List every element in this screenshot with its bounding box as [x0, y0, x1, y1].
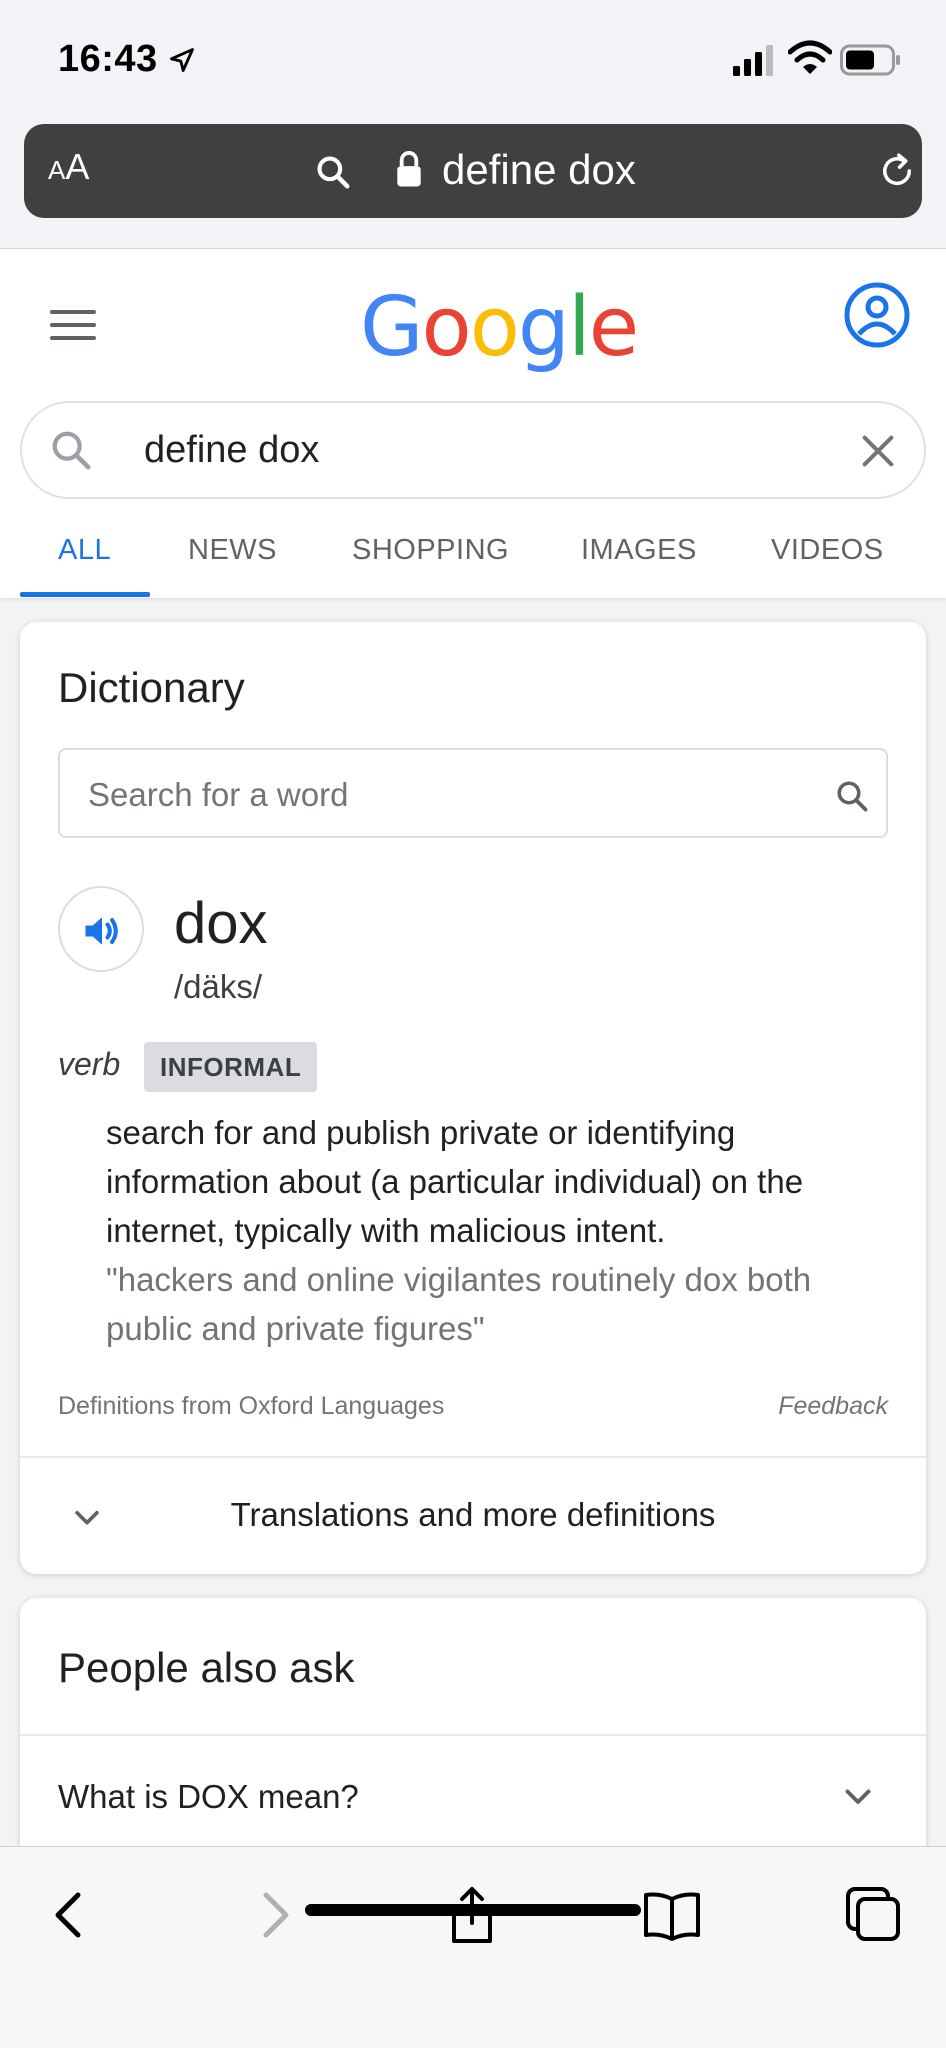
logo-letter: l	[567, 280, 591, 375]
cellular-signal-icon	[733, 45, 773, 76]
search-query[interactable]: define dox	[144, 429, 319, 472]
divider	[20, 1734, 926, 1736]
hamburger-menu-icon[interactable]	[50, 308, 96, 342]
reload-icon[interactable]	[876, 150, 918, 192]
logo-letter: o	[421, 280, 472, 375]
chevron-down-icon[interactable]	[840, 1778, 876, 1814]
word-search-input[interactable]: Search for a word	[58, 748, 888, 838]
home-indicator	[305, 1904, 641, 1916]
active-tab-indicator	[20, 592, 150, 597]
status-time: 16:43	[58, 38, 158, 80]
speaker-icon	[85, 917, 118, 945]
logo-letter: g	[517, 280, 570, 375]
search-tabs: ALL NEWS SHOPPING IMAGES VIDEOS	[0, 520, 946, 598]
tab-videos[interactable]: VIDEOS	[771, 534, 884, 567]
forward-icon[interactable]	[244, 1885, 304, 1945]
usage-label-badge: INFORMAL	[144, 1042, 318, 1092]
tab-images[interactable]: IMAGES	[581, 534, 697, 567]
url-text[interactable]: define dox	[442, 146, 636, 194]
word-search-placeholder: Search for a word	[88, 776, 349, 813]
part-of-speech: verb	[58, 1046, 121, 1082]
definition-text: search for and publish private or identi…	[106, 1114, 804, 1249]
dictionary-card: Dictionary Search for a word dox /däks/ …	[20, 622, 926, 1574]
battery-icon	[840, 44, 900, 76]
bookmarks-icon[interactable]	[642, 1885, 702, 1945]
search-icon[interactable]	[834, 778, 870, 814]
logo-letter: e	[588, 280, 639, 375]
search-input[interactable]: define dox	[20, 401, 926, 499]
back-icon[interactable]	[40, 1885, 100, 1945]
account-icon[interactable]	[844, 282, 910, 348]
tab-all[interactable]: ALL	[58, 534, 111, 567]
people-also-ask-title: People also ask	[58, 1644, 355, 1691]
related-question[interactable]: What is DOX mean?	[58, 1778, 359, 1816]
lock-icon	[397, 151, 421, 187]
dictionary-title: Dictionary	[58, 664, 245, 711]
definition-source: Definitions from Oxford Languages	[58, 1392, 445, 1420]
phonetic-spelling: /däks/	[174, 968, 263, 1005]
search-icon[interactable]	[48, 427, 94, 473]
wifi-icon	[788, 40, 832, 74]
pronunciation-button[interactable]	[58, 886, 144, 972]
example-sentence: "hackers and online vigilantes routinely…	[106, 1261, 812, 1347]
headword: dox	[174, 891, 268, 956]
address-bar[interactable]: AA define dox	[24, 124, 922, 218]
logo-letter: o	[469, 280, 520, 375]
tabs-icon[interactable]	[842, 1885, 902, 1945]
google-logo[interactable]: Google	[360, 280, 639, 375]
browser-toolbar	[0, 1846, 946, 2048]
search-icon	[317, 156, 350, 189]
feedback-link[interactable]: Feedback	[778, 1392, 888, 1421]
tab-news[interactable]: NEWS	[188, 534, 277, 567]
tab-shopping[interactable]: SHOPPING	[352, 534, 509, 567]
clear-icon[interactable]	[858, 431, 898, 471]
reader-text-size-button[interactable]: AA	[48, 146, 128, 196]
more-definitions-button[interactable]: Translations and more definitions	[20, 1458, 926, 1574]
location-arrow-icon	[170, 48, 194, 72]
more-definitions-label: Translations and more definitions	[230, 1496, 716, 1533]
logo-letter: G	[360, 280, 424, 375]
status-bar: 16:43	[0, 0, 946, 120]
